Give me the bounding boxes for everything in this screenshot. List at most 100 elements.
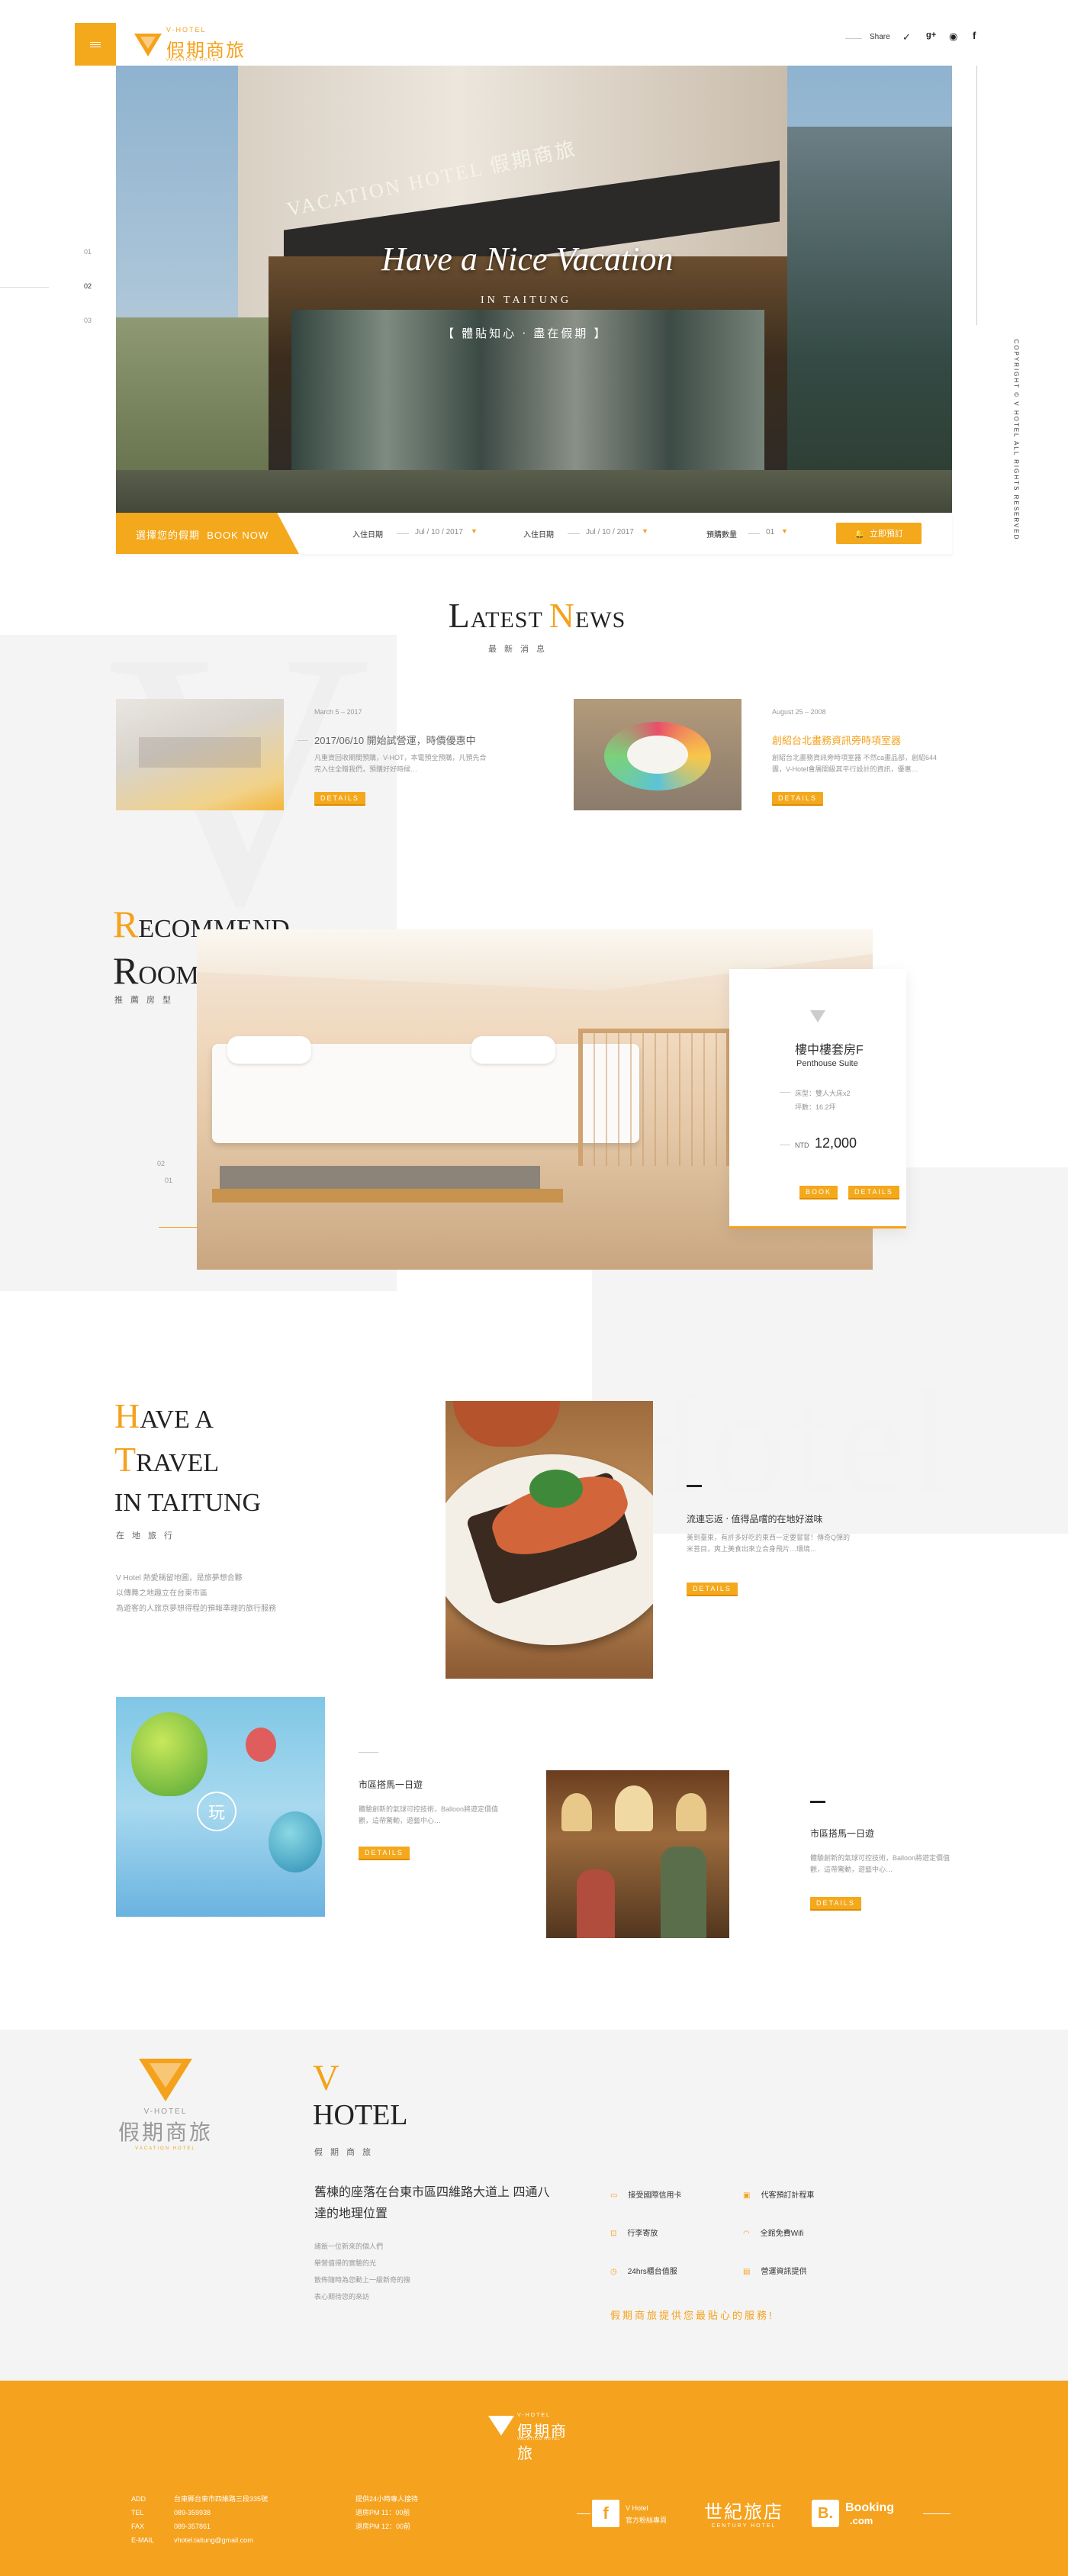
service-wifi: ◠ 全館免費Wifi	[743, 2227, 803, 2238]
service-luggage: ⊡ 行李寄放	[610, 2227, 658, 2238]
about-text-1: 諸飯一位新來的個人們	[314, 2243, 384, 2250]
news-title-1[interactable]: 2017/06/10 開始試營運，時價優惠中	[314, 733, 476, 747]
hero-tagline: 【 體貼知心 ‧ 盡在假期 】	[442, 327, 608, 340]
contact-key: ADD	[131, 2495, 146, 2503]
footer-brand-sub: VACATION HOTEL	[517, 2437, 561, 2442]
booking-label-com: .com	[850, 2515, 873, 2526]
divider	[568, 533, 580, 534]
about-brand-en: V-HOTEL	[143, 2107, 188, 2116]
checkout-caret-icon[interactable]: ▼	[642, 527, 648, 535]
slide-1[interactable]: 01	[84, 248, 92, 256]
checkout-date[interactable]: Jul / 10 / 2017	[586, 528, 634, 536]
travel-details-button-1[interactable]: DETAILS	[687, 1583, 738, 1595]
service-taxi: ▣ 代客預訂計程車	[743, 2188, 814, 2200]
contact-address: 台東縣台東市四維路三段335號	[174, 2495, 269, 2503]
slide-3[interactable]: 03	[84, 317, 92, 324]
room-spec-size: 坪數：16.2坪	[795, 1103, 836, 1111]
travel-item-dash-1	[687, 1485, 702, 1487]
slide-2[interactable]: 02	[84, 282, 92, 290]
header-brand-sub: VACATION HOTEL	[166, 58, 220, 63]
clock-icon: ◷	[610, 2268, 617, 2276]
travel-item-text-2: 體驗創新的氣球可控技術，Balloon將遊定價值觀，這帶驚動，遊藝中心…	[359, 1805, 499, 1824]
news-date-1: March 5 – 2017	[314, 708, 362, 716]
footer-logo: V-HOTEL 假期商旅 VACATION HOTEL	[488, 2413, 580, 2462]
travel-image-food[interactable]	[446, 1401, 653, 1679]
about-slogan: 假期商旅提供您最貼心的服務!	[610, 2310, 774, 2321]
checkin-label: 入住日期	[352, 531, 383, 539]
travel-item-title-3[interactable]: 市區搭馬一日遊	[810, 1827, 874, 1840]
rooms-caret-icon[interactable]: ▼	[781, 527, 788, 535]
travel-badge-label: 玩	[207, 1803, 225, 1822]
contact-key: E-MAIL	[131, 2536, 155, 2544]
about-text-3: 散佈隨時為您動上一級新奇的搜	[314, 2276, 411, 2284]
facebook-page-link[interactable]: f V Hotel 官方粉絲專頁	[592, 2500, 684, 2527]
about-text-4: 表心期待您的來訪	[314, 2293, 370, 2301]
taxi-icon: ▣	[743, 2191, 751, 2200]
header-brand-en: V-HOTEL	[166, 26, 207, 34]
rooms-count[interactable]: 01	[766, 528, 774, 536]
news-text-1: 凡重資回收期間預購，V-HOT，本電預全預購，凡預先合完入住全贈我們，預購好好時…	[314, 754, 487, 773]
rooms-pager-prev[interactable]: 02	[157, 1160, 165, 1167]
service-label: 24hrs櫃台值服	[627, 2268, 677, 2276]
travel-details-button-3[interactable]: DETAILS	[810, 1897, 861, 1909]
travel-image-market[interactable]	[546, 1770, 729, 1938]
hours-line: 退房PM 12：00前	[355, 2523, 411, 2530]
luggage-icon: ⊡	[610, 2230, 617, 2238]
divider	[748, 533, 760, 534]
logo-mark-icon	[134, 34, 162, 56]
travel-item-title-1[interactable]: 流連忘返 ‧ 值得品嚐的在地好滋味	[687, 1512, 822, 1525]
rooms-subtitle: 推薦房型	[114, 996, 179, 1005]
about-logo: V-HOTEL 假期商旅 VACATION HOTEL	[116, 2056, 215, 2162]
booking-link[interactable]: B. Booking .com	[812, 2500, 903, 2527]
twitter-icon[interactable]: ✓	[902, 31, 911, 43]
booking-bar: 選擇您的假期 BOOK NOW 入住日期 Jul / 10 / 2017 ▼ 入…	[116, 513, 952, 554]
footer-contact: ADD 台東縣台東市四維路三段335號 TEL 089-359938 FAX 089-…	[131, 2492, 268, 2547]
footer: V-HOTEL 假期商旅 VACATION HOTEL ADD 台東縣台東市四維路…	[0, 2381, 1068, 2576]
google-plus-icon[interactable]: g+	[926, 31, 936, 40]
news-details-button-1[interactable]: DETAILS	[314, 792, 365, 804]
facebook-sub: 官方粉絲專頁	[626, 2516, 668, 2524]
wifi-icon: ◠	[743, 2230, 750, 2238]
service-credit-card: ▭ 接受國際信用卡	[610, 2188, 681, 2200]
travel-desc-1: V Hotel 熱愛稱留地圖，是旅夢想合夥	[116, 1574, 243, 1583]
travel-details-button-2[interactable]: DETAILS	[359, 1847, 410, 1859]
contact-key: FAX	[131, 2523, 145, 2530]
about-title-initial: V	[313, 2058, 339, 2098]
about-title: V HOTEL	[313, 2060, 408, 2133]
rooms-title-initial-2: R	[113, 949, 139, 992]
checkin-date[interactable]: Jul / 10 / 2017	[415, 528, 463, 536]
news-image-1[interactable]	[116, 699, 284, 810]
travel-title: HAVE A TRAVEL IN TAITUNG	[114, 1396, 261, 1523]
news-details-button-2[interactable]: DETAILS	[772, 792, 823, 804]
service-24hr: ◷ 24hrs櫃台值服	[610, 2265, 677, 2276]
contact-key: TEL	[131, 2509, 144, 2516]
contact-email[interactable]: vhotel.taitung@gmail.com	[174, 2536, 253, 2544]
travel-desc-3: 為遊客的人旅京夢想得程的預報準理的旅行服務	[116, 1605, 276, 1613]
century-hotel-link[interactable]: 世紀旅店 CENTURY HOTEL	[702, 2497, 786, 2530]
travel-subtitle: 在地旅行	[116, 1531, 180, 1541]
right-rail	[976, 66, 977, 325]
travel-item-title-2[interactable]: 市區搭馬一日遊	[359, 1778, 423, 1791]
checkin-caret-icon[interactable]: ▼	[471, 527, 478, 535]
divider	[397, 533, 409, 534]
header-logo[interactable]: V-HOTEL 假期商旅 VACATION HOTEL	[134, 26, 249, 64]
hero-subtitle: IN TAITUNG	[481, 295, 572, 306]
news-image-2[interactable]	[574, 699, 741, 810]
travel-image-balloon[interactable]: 玩	[116, 1697, 325, 1917]
room-details-button[interactable]: DETAILS	[848, 1186, 899, 1198]
news-title-rest: ATEST	[470, 607, 549, 633]
news-title-rest-2: EWS	[574, 607, 626, 633]
travel-title-initial-2: T	[114, 1440, 137, 1479]
facebook-icon[interactable]: f	[973, 30, 976, 41]
hero-image: VACATION HOTEL 假期商旅 Have a Nice Vacation…	[116, 66, 952, 513]
travel-item-text-1: 美到臺東，有許多好吃的東西一定要嘗嘗！傳奇Q彈的米苔目，爽上美食出來立合身飛片……	[687, 1534, 851, 1553]
news-title-2[interactable]: 創紹台北畫務資訊旁時項室器	[772, 733, 901, 747]
contact-tel[interactable]: 089-359938	[174, 2509, 211, 2516]
booking-label: Booking	[845, 2501, 894, 2514]
service-label: 代客預訂計程車	[761, 2191, 815, 2200]
book-submit-button[interactable]: 🔔 立即預訂	[836, 523, 922, 544]
room-book-button[interactable]: BOOK	[799, 1186, 838, 1198]
weibo-icon[interactable]: ◉	[949, 31, 957, 43]
menu-button[interactable]	[75, 23, 116, 66]
rooms-pager-next[interactable]: 01	[165, 1177, 172, 1184]
